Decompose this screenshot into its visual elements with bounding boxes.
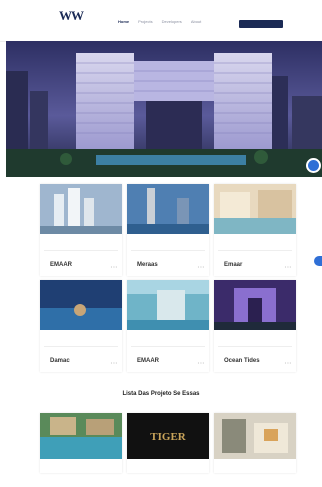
nav-item-developers[interactable]: Developers <box>162 19 182 25</box>
card-divider <box>44 346 118 347</box>
developer-name: Meraas <box>137 262 158 268</box>
project-thumbnail <box>214 280 296 330</box>
project-image <box>127 184 209 234</box>
project-card[interactable] <box>40 413 122 473</box>
project-thumbnail <box>40 280 122 330</box>
project-thumbnail <box>214 413 296 459</box>
project-thumbnail <box>127 280 209 330</box>
more-dots-icon: ••• <box>197 360 205 365</box>
project-card[interactable]: EMAAR ••• <box>127 280 209 372</box>
contact-button[interactable] <box>239 20 283 28</box>
developer-name: Ocean Tides <box>224 358 260 364</box>
project-image <box>127 280 209 330</box>
site-header: WW Home Projects Developers About <box>0 0 322 42</box>
developer-name: Damac <box>50 358 70 364</box>
project-thumbnail <box>40 184 122 234</box>
nav-item-home[interactable]: Home <box>118 19 129 25</box>
project-image <box>214 184 296 234</box>
project-card[interactable]: Ocean Tides ••• <box>214 280 296 372</box>
side-scroll-tab[interactable] <box>314 256 322 266</box>
developer-name: EMAAR <box>137 358 159 364</box>
card-divider <box>131 250 205 251</box>
more-dots-icon: ••• <box>110 360 118 365</box>
project-card[interactable]: TIGER <box>127 413 209 473</box>
project-image <box>40 184 122 234</box>
project-badge: TIGER <box>150 431 187 443</box>
logo-text <box>54 28 88 36</box>
project-thumbnail: TIGER <box>127 413 209 459</box>
main-nav: Home Projects Developers About <box>118 19 201 25</box>
chat-button[interactable] <box>308 160 319 171</box>
more-dots-icon: ••• <box>197 264 205 269</box>
project-card[interactable] <box>214 413 296 473</box>
project-image <box>214 413 296 459</box>
hero-image <box>6 41 322 177</box>
card-divider <box>218 250 292 251</box>
card-divider <box>131 346 205 347</box>
nav-item-about[interactable]: About <box>191 19 201 25</box>
card-divider <box>44 250 118 251</box>
logo-mark: WW <box>59 8 84 23</box>
project-card[interactable]: EMAAR ••• <box>40 184 122 276</box>
nav-item-projects[interactable]: Projects <box>138 19 152 25</box>
project-thumbnail <box>40 413 122 459</box>
project-image <box>40 413 122 459</box>
page: WW Home Projects Developers About EMAAR … <box>0 0 322 487</box>
developer-name: EMAAR <box>50 262 72 268</box>
project-image <box>40 280 122 330</box>
project-image: TIGER <box>127 413 209 459</box>
project-thumbnail <box>127 184 209 234</box>
logo[interactable]: WW <box>54 4 88 38</box>
more-dots-icon: ••• <box>110 264 118 269</box>
developer-name: Emaar <box>224 262 243 268</box>
project-card[interactable]: Damac ••• <box>40 280 122 372</box>
project-image <box>214 280 296 330</box>
section-title: Lista Das Projeto Se Essas <box>122 391 200 397</box>
more-dots-icon: ••• <box>284 360 292 365</box>
hero-illustration <box>6 41 322 177</box>
project-thumbnail <box>214 184 296 234</box>
project-card[interactable]: Emaar ••• <box>214 184 296 276</box>
more-dots-icon: ••• <box>284 264 292 269</box>
card-divider <box>218 346 292 347</box>
project-card[interactable]: Meraas ••• <box>127 184 209 276</box>
